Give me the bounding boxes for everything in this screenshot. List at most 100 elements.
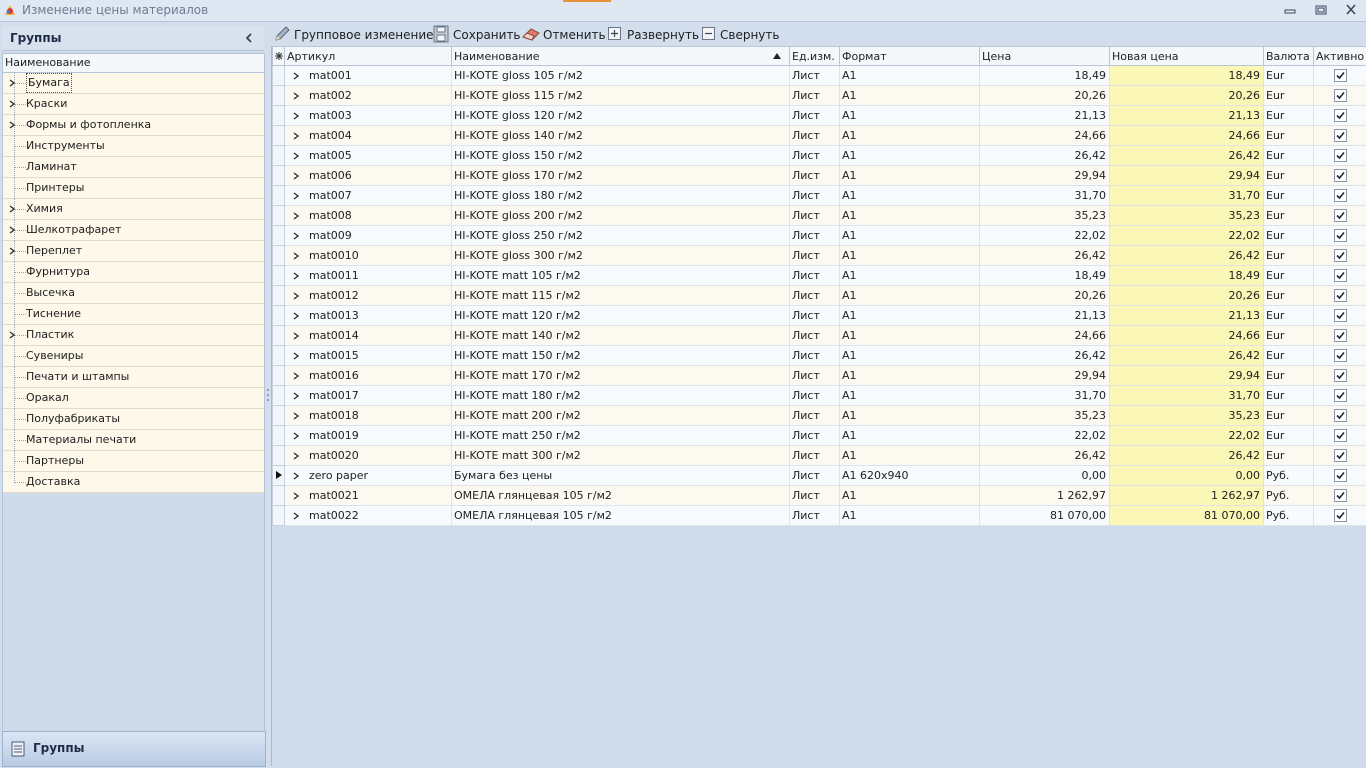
cell-article[interactable]: mat0013 bbox=[284, 305, 452, 326]
active-checkbox[interactable] bbox=[1333, 369, 1347, 383]
cell-format[interactable]: A1 bbox=[839, 85, 980, 106]
cell-name[interactable]: HI-KOTE gloss 150 г/м2 bbox=[451, 145, 790, 166]
chevron-right-icon[interactable] bbox=[8, 226, 16, 234]
cell-format[interactable]: A1 bbox=[839, 385, 980, 406]
cell-price[interactable]: 20,26 bbox=[979, 85, 1110, 106]
row-indicator-cell[interactable] bbox=[272, 485, 285, 506]
chevron-right-icon[interactable] bbox=[8, 100, 16, 108]
cell-new-price[interactable]: 24,66 bbox=[1109, 325, 1264, 346]
table-row[interactable]: mat0019 HI-KOTE matt 250 г/м2 Лист A1 22,02 2… bbox=[272, 425, 1366, 446]
chevron-right-icon[interactable] bbox=[292, 132, 300, 140]
row-indicator-cell[interactable] bbox=[272, 285, 285, 306]
cell-new-price[interactable]: 18,49 bbox=[1109, 265, 1264, 286]
row-indicator-cell[interactable] bbox=[272, 305, 285, 326]
cell-unit[interactable]: Лист bbox=[789, 225, 840, 246]
active-checkbox[interactable] bbox=[1333, 429, 1347, 443]
table-row[interactable]: mat003 HI-KOTE gloss 120 г/м2 Лист A1 21,13 2… bbox=[272, 105, 1366, 126]
cell-price[interactable]: 21,13 bbox=[979, 105, 1110, 126]
cell-name[interactable]: HI-KOTE matt 115 г/м2 bbox=[451, 285, 790, 306]
cell-name[interactable]: HI-KOTE gloss 140 г/м2 bbox=[451, 125, 790, 146]
column-header-active[interactable]: Активно bbox=[1313, 46, 1366, 66]
chevron-right-icon[interactable] bbox=[292, 332, 300, 340]
cell-new-price[interactable]: 29,94 bbox=[1109, 165, 1264, 186]
cell-article[interactable]: mat007 bbox=[284, 185, 452, 206]
cell-active[interactable] bbox=[1313, 465, 1366, 486]
cell-name[interactable]: HI-KOTE gloss 115 г/м2 bbox=[451, 85, 790, 106]
cell-price[interactable]: 35,23 bbox=[979, 405, 1110, 426]
row-indicator-cell[interactable] bbox=[272, 385, 285, 406]
cell-unit[interactable]: Лист bbox=[789, 485, 840, 506]
cell-article[interactable]: mat001 bbox=[284, 65, 452, 86]
chevron-right-icon[interactable] bbox=[292, 212, 300, 220]
cell-currency[interactable]: Eur bbox=[1263, 65, 1314, 86]
cell-new-price[interactable]: 26,42 bbox=[1109, 145, 1264, 166]
active-checkbox[interactable] bbox=[1333, 509, 1347, 523]
cell-article[interactable]: mat0022 bbox=[284, 505, 452, 526]
cell-currency[interactable]: Eur bbox=[1263, 205, 1314, 226]
cell-currency[interactable]: Руб. bbox=[1263, 485, 1314, 506]
table-row[interactable]: mat006 HI-KOTE gloss 170 г/м2 Лист A1 29,94 2… bbox=[272, 165, 1366, 186]
cell-name[interactable]: HI-KOTE matt 105 г/м2 bbox=[451, 265, 790, 286]
header-indicator-cell[interactable] bbox=[272, 46, 285, 66]
cell-active[interactable] bbox=[1313, 245, 1366, 266]
cell-currency[interactable]: Eur bbox=[1263, 125, 1314, 146]
cell-new-price[interactable]: 35,23 bbox=[1109, 205, 1264, 226]
cell-active[interactable] bbox=[1313, 125, 1366, 146]
active-checkbox[interactable] bbox=[1333, 169, 1347, 183]
cell-new-price[interactable]: 18,49 bbox=[1109, 65, 1264, 86]
restore-button[interactable] bbox=[1310, 2, 1332, 18]
cell-active[interactable] bbox=[1313, 285, 1366, 306]
cell-article[interactable]: mat0018 bbox=[284, 405, 452, 426]
cell-currency[interactable]: Eur bbox=[1263, 245, 1314, 266]
row-indicator-cell[interactable] bbox=[272, 65, 285, 86]
cell-active[interactable] bbox=[1313, 85, 1366, 106]
cell-new-price[interactable]: 26,42 bbox=[1109, 345, 1264, 366]
cell-article[interactable]: zero paper bbox=[284, 465, 452, 486]
active-checkbox[interactable] bbox=[1333, 109, 1347, 123]
column-header-name[interactable]: Наименование bbox=[451, 46, 790, 66]
cell-unit[interactable]: Лист bbox=[789, 465, 840, 486]
active-checkbox[interactable] bbox=[1333, 329, 1347, 343]
collapse-button[interactable]: Свернуть bbox=[701, 24, 779, 44]
cell-currency[interactable]: Eur bbox=[1263, 145, 1314, 166]
cell-new-price[interactable]: 31,70 bbox=[1109, 385, 1264, 406]
chevron-right-icon[interactable] bbox=[292, 432, 300, 440]
cell-name[interactable]: HI-KOTE gloss 120 г/м2 bbox=[451, 105, 790, 126]
chevron-right-icon[interactable] bbox=[292, 472, 300, 480]
tree-item[interactable]: Краски bbox=[3, 94, 264, 115]
cell-currency[interactable]: Руб. bbox=[1263, 505, 1314, 526]
table-row[interactable]: mat009 HI-KOTE gloss 250 г/м2 Лист A1 22,02 2… bbox=[272, 225, 1366, 246]
minimize-button[interactable] bbox=[1279, 2, 1301, 18]
row-indicator-cell[interactable] bbox=[272, 165, 285, 186]
cell-unit[interactable]: Лист bbox=[789, 65, 840, 86]
active-checkbox[interactable] bbox=[1333, 129, 1347, 143]
active-checkbox[interactable] bbox=[1333, 249, 1347, 263]
row-indicator-cell[interactable] bbox=[272, 405, 285, 426]
row-indicator-cell[interactable] bbox=[272, 105, 285, 126]
tree-item[interactable]: Полуфабрикаты bbox=[3, 409, 264, 430]
tree-item[interactable]: Переплет bbox=[3, 241, 264, 262]
cell-name[interactable]: ОМЕЛА глянцевая 105 г/м2 bbox=[451, 505, 790, 526]
chevron-right-icon[interactable] bbox=[292, 72, 300, 80]
active-checkbox[interactable] bbox=[1333, 309, 1347, 323]
tree-item[interactable]: Химия bbox=[3, 199, 264, 220]
cell-format[interactable]: A1 bbox=[839, 105, 980, 126]
table-row[interactable]: mat0022 ОМЕЛА глянцевая 105 г/м2 Лист A1 81 … bbox=[272, 505, 1366, 526]
cell-format[interactable]: A1 bbox=[839, 365, 980, 386]
cell-article[interactable]: mat0021 bbox=[284, 485, 452, 506]
table-row[interactable]: mat008 HI-KOTE gloss 200 г/м2 Лист A1 35,23 3… bbox=[272, 205, 1366, 226]
cell-name[interactable]: HI-KOTE gloss 170 г/м2 bbox=[451, 165, 790, 186]
cell-price[interactable]: 20,26 bbox=[979, 285, 1110, 306]
column-header-format[interactable]: Формат bbox=[839, 46, 980, 66]
table-row[interactable]: mat0017 HI-KOTE matt 180 г/м2 Лист A1 31,70 3… bbox=[272, 385, 1366, 406]
cell-name[interactable]: ОМЕЛА глянцевая 105 г/м2 bbox=[451, 485, 790, 506]
column-header-unit[interactable]: Ед.изм. bbox=[789, 46, 840, 66]
tree-item[interactable]: Фурнитура bbox=[3, 262, 264, 283]
cell-format[interactable]: A1 620x940 bbox=[839, 465, 980, 486]
row-indicator-cell[interactable] bbox=[272, 265, 285, 286]
cell-format[interactable]: A1 bbox=[839, 265, 980, 286]
active-checkbox[interactable] bbox=[1333, 209, 1347, 223]
row-indicator-cell[interactable] bbox=[272, 505, 285, 526]
row-indicator-cell[interactable] bbox=[272, 145, 285, 166]
cell-article[interactable]: mat006 bbox=[284, 165, 452, 186]
